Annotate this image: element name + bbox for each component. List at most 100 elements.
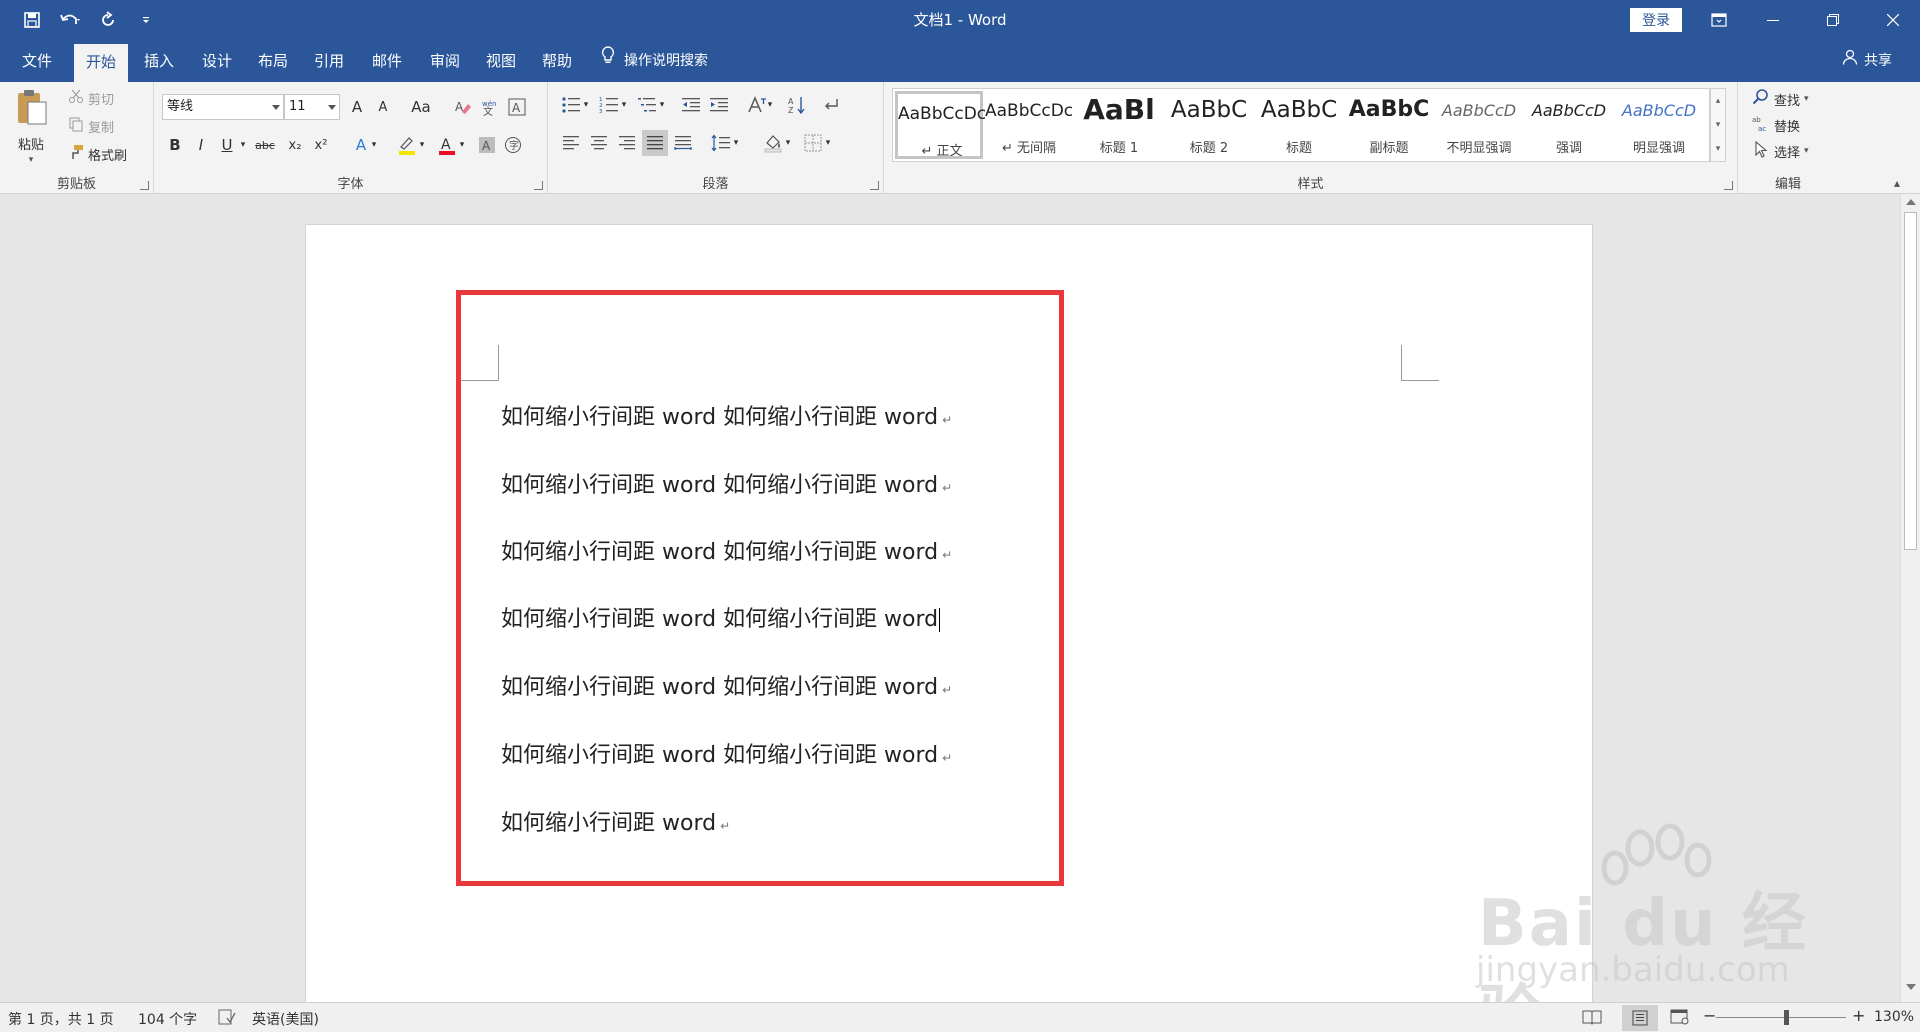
share-button[interactable]: 共享 — [1842, 40, 1892, 82]
word-count[interactable]: 104 个字 — [138, 1009, 197, 1029]
gallery-down-icon[interactable]: ▾ — [1711, 113, 1725, 137]
login-button[interactable]: 登录 — [1630, 8, 1682, 32]
justify-icon[interactable] — [642, 130, 668, 156]
character-border-icon[interactable]: A — [504, 94, 530, 120]
scroll-down-icon[interactable] — [1906, 984, 1916, 990]
style-subtitle[interactable]: AaBbC 副标题 — [1345, 91, 1433, 159]
style-intense-emphasis[interactable]: AaBbCcD 明显强调 — [1615, 91, 1703, 159]
numbering-dropdown-icon[interactable]: ▾ — [618, 92, 630, 118]
multilevel-dropdown-icon[interactable]: ▾ — [656, 92, 668, 118]
paragraph-4[interactable]: 如何缩小行间距 word 如何缩小行间距 word — [501, 601, 941, 633]
clipboard-launcher-icon[interactable] — [140, 181, 149, 190]
phonetic-guide-icon[interactable]: wén 文 — [476, 94, 502, 120]
enclose-characters-icon[interactable]: 字 — [500, 132, 526, 158]
clear-formatting-icon[interactable]: A — [450, 94, 476, 120]
tab-design[interactable]: 设计 — [190, 40, 244, 82]
bullets-dropdown-icon[interactable]: ▾ — [580, 92, 592, 118]
copy-button[interactable]: 复制 — [68, 116, 114, 136]
align-left-icon[interactable] — [558, 130, 584, 156]
sort-icon[interactable]: AZ — [784, 92, 810, 118]
paragraph-2[interactable]: 如何缩小行间距 word 如何缩小行间距 word ↵ — [501, 467, 952, 499]
paragraph-7[interactable]: 如何缩小行间距 word ↵ — [501, 805, 730, 837]
style-normal[interactable]: AaBbCcDc ↵ 正文 — [895, 91, 986, 159]
tab-review[interactable]: 审阅 — [418, 40, 472, 82]
superscript-button[interactable]: x² — [308, 132, 334, 158]
paragraph-3[interactable]: 如何缩小行间距 word 如何缩小行间距 word ↵ — [501, 534, 952, 566]
print-layout-icon[interactable] — [1622, 1005, 1658, 1031]
select-button[interactable]: 选择 ▾ — [1752, 140, 1809, 162]
tab-view[interactable]: 视图 — [474, 40, 528, 82]
tab-references[interactable]: 引用 — [302, 40, 356, 82]
collapse-ribbon-icon[interactable]: ▴ — [1894, 176, 1900, 190]
style-subtle-emphasis[interactable]: AaBbCcD 不明显强调 — [1435, 91, 1523, 159]
style-no-spacing[interactable]: AaBbCcDc ↵ 无间隔 — [985, 91, 1073, 159]
decrease-indent-icon[interactable] — [678, 92, 704, 118]
read-mode-icon[interactable] — [1582, 1009, 1602, 1029]
distributed-icon[interactable] — [670, 130, 696, 156]
shading-dropdown-icon[interactable]: ▾ — [782, 130, 794, 156]
paste-dropdown-icon[interactable]: ▾ — [29, 155, 34, 165]
language[interactable]: 英语(美国) — [252, 1009, 319, 1029]
highlight-dropdown-icon[interactable]: ▾ — [416, 132, 428, 158]
gallery-up-icon[interactable]: ▴ — [1711, 89, 1725, 113]
strikethrough-button[interactable]: abc — [250, 132, 280, 158]
grow-font-button[interactable]: A — [344, 94, 370, 120]
paragraph-launcher-icon[interactable] — [870, 181, 879, 190]
bold-button[interactable]: B — [162, 132, 188, 158]
paragraph-6[interactable]: 如何缩小行间距 word 如何缩小行间距 word ↵ — [501, 737, 952, 769]
chinese-layout-dropdown-icon[interactable]: ▾ — [764, 92, 776, 118]
cut-button[interactable]: 剪切 — [68, 88, 114, 108]
find-dropdown-icon[interactable]: ▾ — [1804, 94, 1809, 104]
tell-me-search[interactable]: 操作说明搜索 — [600, 40, 708, 82]
find-button[interactable]: 查找 ▾ — [1752, 88, 1809, 110]
style-heading-1[interactable]: AaBl 标题 1 — [1075, 91, 1163, 159]
align-center-icon[interactable] — [586, 130, 612, 156]
font-size-combo[interactable]: 11 — [284, 94, 340, 120]
tab-file[interactable]: 文件 — [10, 40, 64, 82]
vertical-scrollbar[interactable] — [1900, 194, 1920, 1002]
tab-insert[interactable]: 插入 — [132, 40, 186, 82]
align-right-icon[interactable] — [614, 130, 640, 156]
tab-layout[interactable]: 布局 — [246, 40, 300, 82]
ribbon-display-options-icon[interactable] — [1696, 0, 1742, 40]
italic-button[interactable]: I — [188, 132, 214, 158]
paragraph-5[interactable]: 如何缩小行间距 word 如何缩小行间距 word ↵ — [501, 669, 952, 701]
styles-launcher-icon[interactable] — [1724, 181, 1733, 190]
font-name-combo[interactable]: 等线 — [162, 94, 284, 120]
replace-button[interactable]: ab ac 替换 — [1752, 114, 1800, 136]
minimize-icon[interactable] — [1750, 0, 1796, 40]
font-color-dropdown-icon[interactable]: ▾ — [456, 132, 468, 158]
select-dropdown-icon[interactable]: ▾ — [1804, 146, 1809, 156]
style-emphasis[interactable]: AaBbCcD 强调 — [1525, 91, 1613, 159]
tab-help[interactable]: 帮助 — [530, 40, 584, 82]
zoom-level[interactable]: 130% — [1874, 1009, 1914, 1025]
paragraph-1[interactable]: 如何缩小行间距 word 如何缩小行间距 word ↵ — [501, 399, 952, 431]
restore-icon[interactable] — [1810, 0, 1856, 40]
page-count[interactable]: 第 1 页，共 1 页 — [8, 1009, 114, 1029]
paste-button[interactable]: 粘贴 ▾ — [14, 88, 48, 165]
gallery-more-icon[interactable]: ▾ — [1711, 137, 1725, 161]
underline-dropdown-icon[interactable]: ▾ — [236, 132, 250, 158]
tab-mailings[interactable]: 邮件 — [360, 40, 414, 82]
borders-dropdown-icon[interactable]: ▾ — [822, 130, 834, 156]
increase-indent-icon[interactable] — [706, 92, 732, 118]
line-spacing-dropdown-icon[interactable]: ▾ — [730, 130, 742, 156]
web-layout-icon[interactable] — [1670, 1009, 1690, 1029]
scroll-thumb[interactable] — [1904, 212, 1917, 550]
proofing-icon[interactable] — [218, 1009, 236, 1029]
scroll-up-icon[interactable] — [1906, 199, 1916, 205]
text-effects-dropdown-icon[interactable]: ▾ — [368, 132, 380, 158]
zoom-slider-thumb[interactable] — [1784, 1010, 1789, 1025]
close-icon[interactable] — [1870, 0, 1916, 40]
subscript-button[interactable]: x₂ — [282, 132, 308, 158]
zoom-in-icon[interactable]: + — [1852, 1006, 1865, 1025]
font-launcher-icon[interactable] — [534, 181, 543, 190]
format-painter-button[interactable]: 格式刷 — [68, 144, 127, 164]
zoom-slider[interactable] — [1716, 1017, 1846, 1018]
zoom-out-icon[interactable]: − — [1703, 1006, 1716, 1025]
styles-gallery-scroll[interactable]: ▴ ▾ ▾ — [1710, 88, 1726, 162]
character-shading-icon[interactable]: A — [474, 132, 500, 158]
style-heading-2[interactable]: AaBbC 标题 2 — [1165, 91, 1253, 159]
show-marks-icon[interactable] — [818, 92, 844, 118]
tab-home[interactable]: 开始 — [74, 44, 129, 82]
